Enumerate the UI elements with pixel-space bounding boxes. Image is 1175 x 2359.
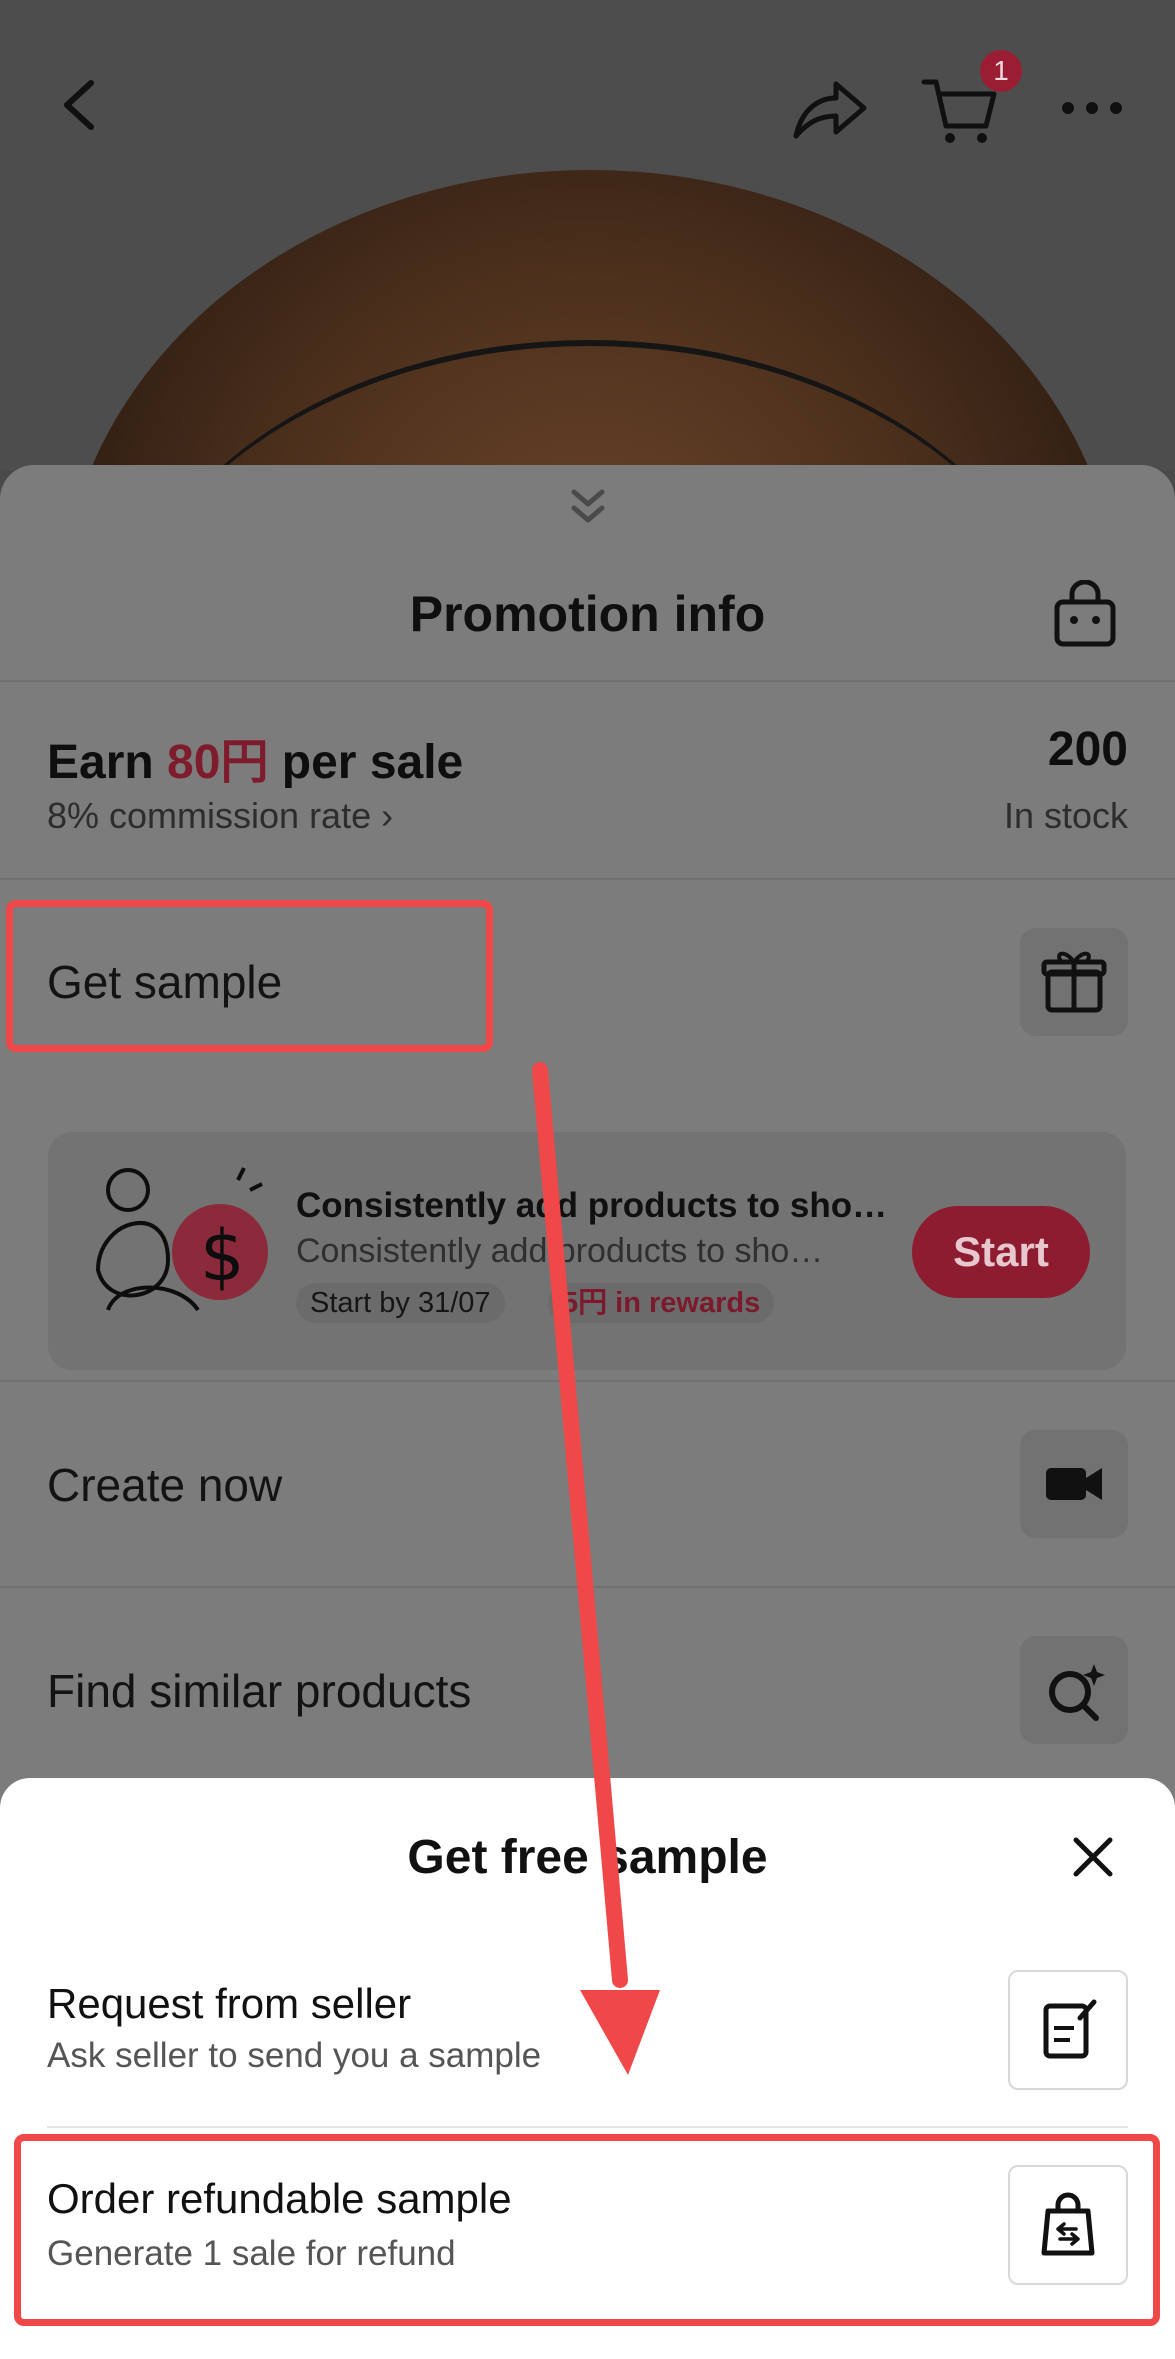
video-camera-icon xyxy=(1046,1468,1102,1500)
request-from-seller-button[interactable] xyxy=(1008,1970,1128,2090)
shop-bag-icon[interactable] xyxy=(1052,580,1118,650)
highlight-order-refundable-sample xyxy=(14,2134,1160,2326)
svg-text:$: $ xyxy=(200,1215,245,1297)
highlight-get-sample xyxy=(6,900,493,1052)
find-similar-button[interactable] xyxy=(1020,1636,1128,1744)
request-from-seller-subtitle: Ask seller to send you a sample xyxy=(47,2036,542,2075)
start-button[interactable]: Start xyxy=(912,1206,1090,1298)
start-by-pill: Start by 31/07 xyxy=(296,1283,505,1323)
divider xyxy=(47,2126,1128,2128)
promotion-title: Promotion info xyxy=(409,586,766,642)
chevron-right-icon: › xyxy=(381,795,394,836)
create-now-label[interactable]: Create now xyxy=(47,1458,282,1512)
search-sparkle-icon xyxy=(1049,1664,1105,1721)
commission-rate-link[interactable]: 8% commission rate › xyxy=(47,795,393,837)
divider xyxy=(0,878,1175,880)
find-similar-label[interactable]: Find similar products xyxy=(47,1664,471,1718)
request-from-seller-title[interactable]: Request from seller xyxy=(47,1980,411,2028)
task-illustration-icon: $ xyxy=(88,1160,278,1330)
collapse-chevron-icon[interactable] xyxy=(564,486,612,526)
close-icon[interactable] xyxy=(1070,1834,1116,1880)
back-arrow-icon[interactable] xyxy=(55,75,105,135)
stock-count: 200 xyxy=(1047,723,1128,776)
get-sample-button[interactable] xyxy=(1020,928,1128,1036)
share-icon[interactable] xyxy=(790,78,870,142)
annotation-arrow xyxy=(520,1060,680,2080)
divider xyxy=(0,680,1175,682)
earn-per-sale: Earn 80円 per sale xyxy=(47,736,464,789)
gift-icon xyxy=(1041,951,1107,1013)
stock-label: In stock xyxy=(1003,795,1128,836)
edit-note-icon xyxy=(1043,1999,1097,2059)
cart-count-badge: 1 xyxy=(980,50,1022,92)
create-now-button[interactable] xyxy=(1020,1430,1128,1538)
more-icon[interactable] xyxy=(1060,98,1124,118)
earn-amount: 80円 xyxy=(167,736,269,789)
